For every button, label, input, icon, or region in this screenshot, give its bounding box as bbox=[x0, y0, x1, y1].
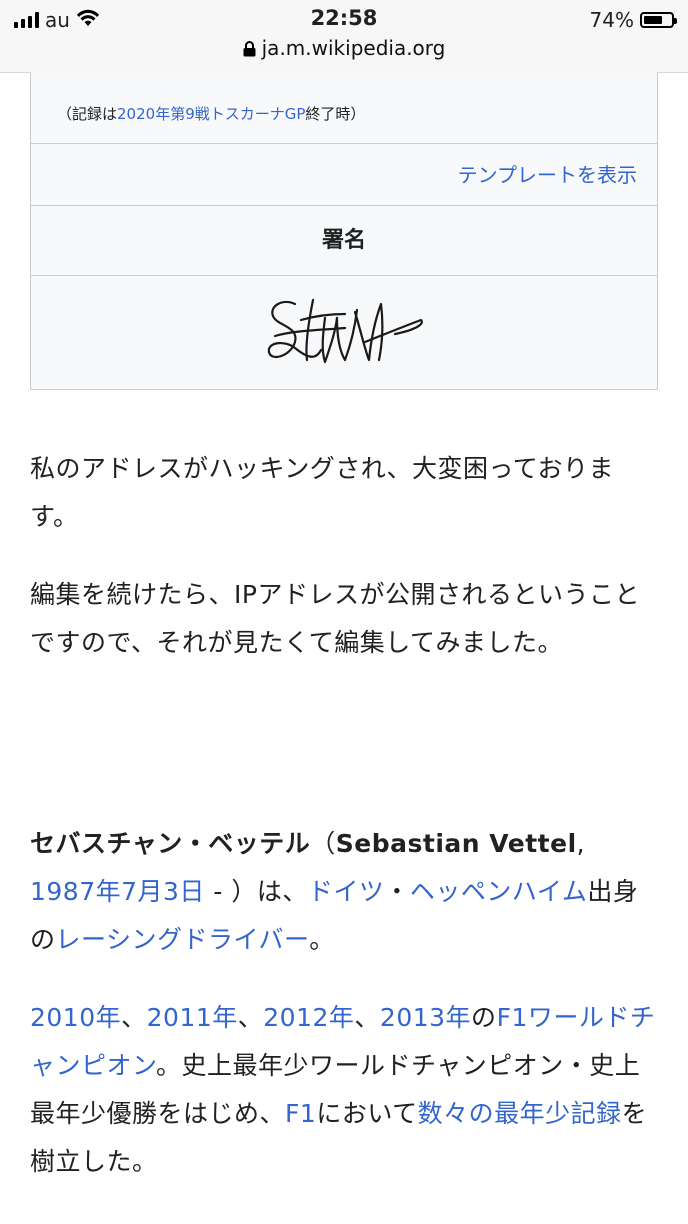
year-2012-link[interactable]: 2012年 bbox=[263, 1003, 354, 1032]
signature-cell bbox=[31, 275, 657, 389]
clock: 22:58 bbox=[310, 6, 378, 30]
template-row: テンプレートを表示 bbox=[31, 143, 657, 205]
tuscan-gp-link[interactable]: 2020年第9戦トスカーナGP bbox=[117, 105, 305, 123]
record-note-suffix: 終了時） bbox=[305, 105, 366, 123]
status-bar: au 22:58 74% ja.m.wikipedia.org bbox=[0, 0, 688, 73]
paragraph-2: 編集を続けたら、IPアドレスが公開されるということですので、それが見たくて編集し… bbox=[30, 580, 640, 657]
heppenheim-link[interactable]: ヘッペンハイム bbox=[410, 877, 588, 906]
close-paren-text: - ）は、 bbox=[204, 877, 308, 906]
year-2010-link[interactable]: 2010年 bbox=[30, 1003, 121, 1032]
record-note: （記録は2020年第9戦トスカーナGP終了時） bbox=[31, 72, 657, 143]
open-paren: （ bbox=[310, 829, 336, 858]
separator: ・ bbox=[384, 877, 410, 906]
address-bar[interactable]: ja.m.wikipedia.org bbox=[0, 36, 688, 62]
signature-heading: 署名 bbox=[31, 205, 657, 275]
battery-indicator: 74% bbox=[589, 8, 677, 32]
paragraph-intro: セバスチャン・ベッテル（Sebastian Vettel, 1987年7月3日 … bbox=[30, 820, 658, 964]
comma: 、 bbox=[354, 1003, 380, 1032]
infobox-table: （記録は2020年第9戦トスカーナGP終了時） テンプレートを表示 署名 bbox=[30, 72, 658, 390]
particle-text: において bbox=[316, 1099, 418, 1128]
battery-icon bbox=[640, 12, 677, 28]
year-2011-link[interactable]: 2011年 bbox=[147, 1003, 238, 1032]
comma: 、 bbox=[121, 1003, 147, 1032]
germany-link[interactable]: ドイツ bbox=[308, 877, 385, 906]
paragraph-champion: 2010年、2011年、2012年、2013年のF1ワールドチャンピオン。史上最… bbox=[30, 994, 658, 1186]
youngest-records-link[interactable]: 数々の最年少記録 bbox=[418, 1099, 622, 1128]
comma: 、 bbox=[237, 1003, 264, 1032]
battery-percent: 74% bbox=[589, 8, 634, 32]
subject-name-en: Sebastian Vettel bbox=[335, 829, 577, 858]
show-template-link[interactable]: テンプレートを表示 bbox=[458, 163, 637, 187]
subject-name-ja: セバスチャン・ベッテル bbox=[30, 829, 311, 858]
period: 。 bbox=[309, 925, 335, 954]
comma: , bbox=[576, 829, 586, 858]
lock-icon bbox=[243, 38, 256, 62]
record-note-prefix: （記録は bbox=[57, 105, 118, 123]
particle: の bbox=[471, 1003, 497, 1032]
url-text: ja.m.wikipedia.org bbox=[261, 36, 446, 60]
birthdate-link[interactable]: 1987年7月3日 bbox=[30, 877, 205, 906]
f1-link[interactable]: F1 bbox=[285, 1099, 316, 1128]
signature-image bbox=[267, 298, 423, 364]
racing-driver-link[interactable]: レーシングドライバー bbox=[56, 925, 310, 954]
paragraph-1: 私のアドレスがハッキングされ、大変困っております。 bbox=[30, 454, 615, 531]
year-2013-link[interactable]: 2013年 bbox=[380, 1003, 471, 1032]
